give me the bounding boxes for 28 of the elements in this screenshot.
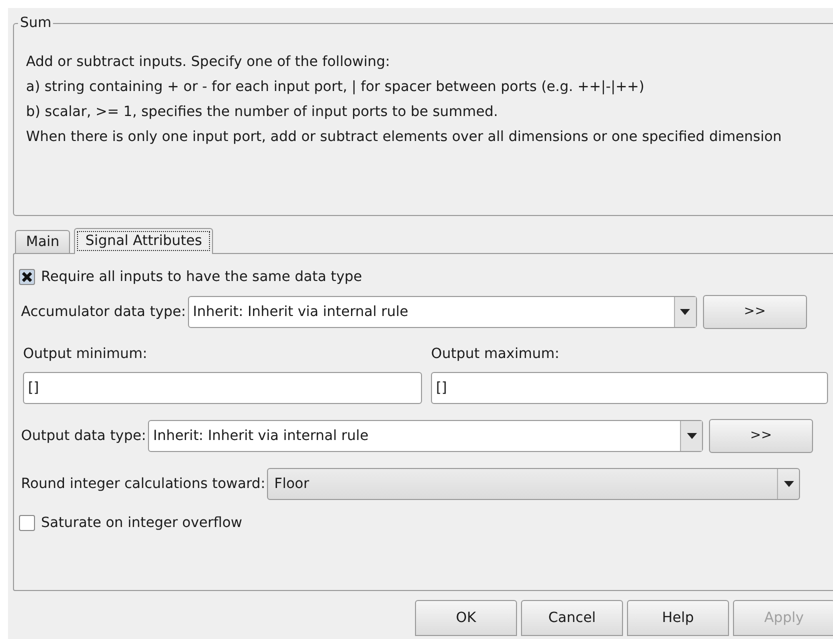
checkbox-label: Require all inputs to have the same data type	[41, 268, 362, 286]
tab[interactable]: Main	[15, 230, 70, 254]
checkbox[interactable]	[19, 269, 35, 285]
field-label: Accumulator data type:	[21, 302, 186, 322]
field-label: Output minimum:	[23, 345, 148, 364]
dialog-button[interactable]: Help	[627, 600, 729, 636]
caret-icon	[784, 481, 794, 487]
field-label: Round integer calculations toward:	[21, 474, 266, 494]
dropdown[interactable]: Inherit: Inherit via internal rule	[188, 296, 697, 328]
checkbox-label: Saturate on integer overflow	[41, 514, 242, 532]
description-text: When there is only one input port, add or subtract elements over all dimensions or one specified dimension	[26, 128, 783, 147]
field-label: Output data type:	[21, 426, 146, 446]
browse-button[interactable]: >>	[709, 419, 814, 453]
field-label: Output maximum:	[431, 345, 560, 364]
dialog-button[interactable]: OK	[415, 600, 517, 636]
caret-icon	[680, 309, 690, 315]
dropdown[interactable]: Floor	[267, 468, 800, 500]
browse-button[interactable]: >>	[702, 295, 807, 329]
tab[interactable]: Signal Attributes	[74, 228, 213, 254]
input-field[interactable]: []	[431, 372, 828, 404]
checkbox[interactable]	[19, 515, 35, 531]
caret-icon	[686, 433, 697, 439]
description-text: b) scalar, >= 1, specifies the number of input ports to be summed.	[26, 103, 499, 122]
dropdown[interactable]: Inherit: Inherit via internal rule	[148, 420, 704, 452]
description-text: a) string containing + or - for each input port, | for spacer between ports (e.g. ++|-|++)	[26, 78, 646, 97]
input-field[interactable]: []	[23, 372, 422, 404]
dialog-button[interactable]: Cancel	[521, 600, 623, 636]
description-text: Add or subtract inputs. Specify one of the following:	[26, 53, 391, 72]
